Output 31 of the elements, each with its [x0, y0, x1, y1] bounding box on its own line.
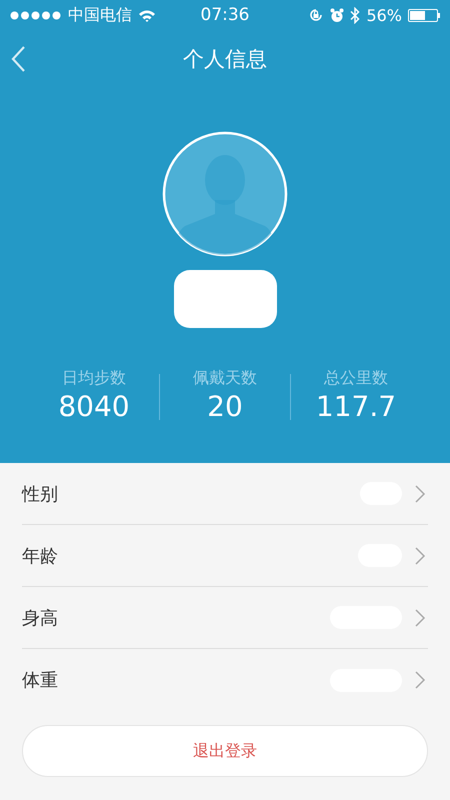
stat-label: 佩戴天数: [193, 368, 257, 389]
stat-value: 8040: [58, 389, 130, 425]
logout-button[interactable]: 退出登录: [22, 725, 428, 777]
stat-value: 117.7: [316, 389, 396, 425]
alarm-icon: [330, 8, 344, 22]
profile-row[interactable]: 体重: [22, 649, 428, 711]
stat-value: 20: [207, 389, 243, 425]
profile-row[interactable]: 年龄: [22, 525, 428, 587]
chevron-right-icon: [414, 608, 426, 628]
wifi-icon: [138, 8, 156, 22]
profile-row[interactable]: 身高: [22, 587, 428, 649]
row-label: 年龄: [22, 544, 59, 568]
bluetooth-icon: [350, 6, 360, 24]
battery-icon: [408, 8, 440, 22]
stat-label: 总公里数: [324, 368, 388, 389]
row-label: 体重: [22, 669, 59, 692]
signal-icon: [10, 10, 62, 20]
profile-row[interactable]: 性别: [22, 463, 428, 525]
chevron-right-icon: [414, 484, 426, 504]
stat-label: 日均步数: [62, 368, 126, 389]
rotation-lock-icon: [308, 7, 324, 23]
battery-percent: 56%: [366, 6, 402, 24]
carrier-name: 中国电信: [68, 4, 132, 26]
chevron-right-icon: [414, 546, 426, 566]
back-icon[interactable]: [10, 45, 26, 73]
row-label: 性别: [22, 482, 59, 506]
avatar-icon[interactable]: [161, 130, 289, 258]
page-title: 个人信息: [183, 46, 267, 73]
chevron-right-icon: [414, 670, 426, 690]
row-label: 身高: [22, 606, 59, 630]
clock-time: 07:36: [200, 5, 250, 25]
